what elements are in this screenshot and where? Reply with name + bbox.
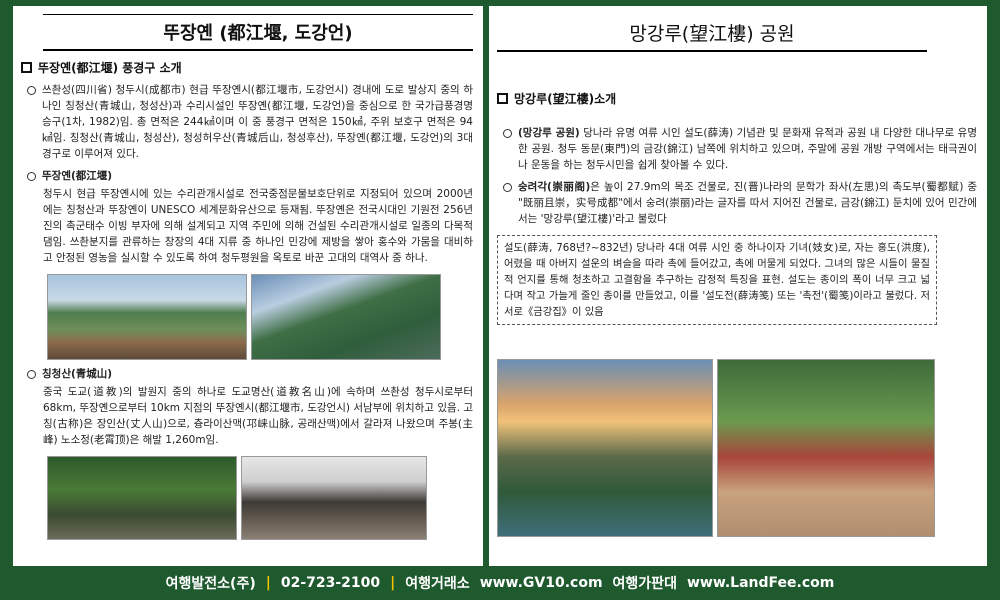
footer-separator: | bbox=[265, 575, 271, 591]
left-item-overview: 쓰촨성(四川省) 청두시(成都市) 현급 뚜장옌시(都江堰市, 도강언시) 경내… bbox=[27, 82, 473, 162]
left-page: 뚜장옌 (都江堰, 도강언) 뚜장옌(都江堰) 풍경구 소개 쓰촨성(四川省) … bbox=[13, 6, 483, 566]
left-page-title: 뚜장옌 (都江堰, 도강언) bbox=[43, 14, 473, 51]
right-item-chongli-heading: 숭려각(崇丽阁) bbox=[518, 181, 591, 193]
circle-bullet-icon bbox=[503, 129, 512, 138]
right-page-title: 망강루(望江樓) 공원 bbox=[497, 14, 927, 52]
footer-bar: 여행발전소(주) | 02-723-2100 | 여행거래소 www.GV10.… bbox=[0, 566, 1000, 600]
dujiangyan-bridge-photo bbox=[47, 274, 247, 360]
wangjianglou-photos bbox=[497, 359, 987, 537]
footer-board: 여행가판대 bbox=[612, 576, 677, 592]
dujiangyan-photos bbox=[47, 274, 483, 360]
right-item-park-text: 당나라 유명 여류 시인 설도(薛涛) 기념관 및 문화재 유적과 공원 내 다… bbox=[518, 127, 977, 171]
footer-site-landfee[interactable]: www.LandFee.com bbox=[687, 575, 834, 591]
xue-tao-note-box: 설도(薛涛, 768년?~832년) 당나라 4대 여류 시인 중 하나이자 기… bbox=[497, 235, 937, 325]
left-section-heading: 뚜장옌(都江堰) 풍경구 소개 bbox=[21, 59, 483, 76]
checkbox-square-icon bbox=[21, 62, 32, 73]
circle-bullet-icon bbox=[503, 183, 512, 192]
footer-exchange: 여행거래소 bbox=[405, 576, 470, 592]
left-item-qingchengshan: 칭청산(青城山) bbox=[27, 366, 473, 382]
left-item-dujiangyan-heading: 뚜장옌(都江堰) bbox=[42, 170, 113, 182]
qingchengshan-temple-photo bbox=[47, 456, 237, 540]
right-section-heading-text: 망강루(望江樓)소개 bbox=[514, 92, 617, 106]
right-page: 망강루(望江樓) 공원 망강루(望江樓)소개 (망강루 공원) 당나라 유명 여… bbox=[489, 6, 987, 566]
right-item-park-heading: (망강루 공원) bbox=[518, 127, 580, 139]
left-item-overview-text: 쓰촨성(四川省) 청두시(成都市) 현급 뚜장옌시(都江堰市, 도강언시) 경내… bbox=[42, 84, 473, 160]
qingchengshan-gate-photo bbox=[241, 456, 427, 540]
left-item-dujiangyan-text: 청두시 현급 뚜장옌시에 있는 수리관개시설로 전국중점문물보호단위로 지정되어… bbox=[43, 188, 473, 264]
left-item-qingchengshan-heading: 칭청산(青城山) bbox=[42, 368, 113, 380]
footer-phone: 02-723-2100 bbox=[280, 575, 381, 591]
circle-bullet-icon bbox=[27, 86, 36, 95]
wangjianglou-tower-photo bbox=[497, 359, 713, 537]
footer-company: 여행발전소(주) bbox=[165, 576, 256, 592]
circle-bullet-icon bbox=[27, 172, 36, 181]
right-section-heading: 망강루(望江樓)소개 bbox=[497, 90, 987, 107]
right-item-park: (망강루 공원) 당나라 유명 여류 시인 설도(薛涛) 기념관 및 문화재 유… bbox=[503, 125, 977, 173]
checkbox-square-icon bbox=[497, 93, 508, 104]
footer-separator: | bbox=[390, 575, 396, 591]
circle-bullet-icon bbox=[27, 370, 36, 379]
footer-site-gv10[interactable]: www.GV10.com bbox=[480, 575, 603, 591]
qingchengshan-photos bbox=[47, 456, 483, 540]
dujiangyan-river-photo bbox=[251, 274, 441, 360]
left-section-heading-text: 뚜장옌(都江堰) 풍경구 소개 bbox=[38, 61, 182, 75]
wangjianglou-well-photo bbox=[717, 359, 935, 537]
right-item-chongli-pavilion: 숭려각(崇丽阁)은 높이 27.9m의 목조 건물로, 진(晋)나라의 문학가 … bbox=[503, 179, 977, 227]
left-item-qingchengshan-text: 중국 도교(道教)의 발원지 중의 하나로 도교명산(道教名山)에 속하며 쓰촨… bbox=[43, 386, 473, 446]
left-item-dujiangyan: 뚜장옌(都江堰) bbox=[27, 168, 473, 184]
